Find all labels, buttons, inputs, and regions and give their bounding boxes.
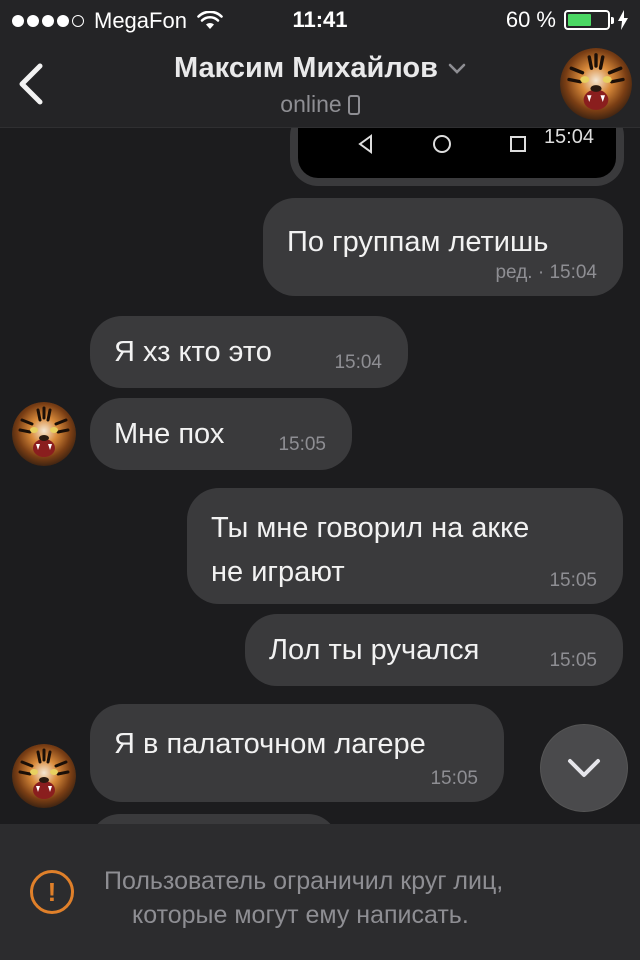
battery-icon (564, 10, 614, 30)
recents-square-icon (510, 136, 526, 152)
sender-avatar[interactable] (12, 402, 76, 466)
message-bubble-outgoing[interactable]: По группам летишь ред. · 15:04 (263, 198, 623, 296)
message-list[interactable]: 15:04 По группам летишь ред. · 15:04 Я х… (0, 128, 640, 824)
message-bubble-outgoing[interactable]: Ты мне говорил на акке не играют 15:05 (187, 488, 623, 604)
message-text: По группам летишь (287, 226, 549, 258)
message-time: 15:05 (278, 434, 326, 455)
contact-name: Максим Михайлов (174, 52, 438, 84)
message-bubble-incoming[interactable]: Мне пох 15:05 (90, 398, 352, 470)
message-time: 15:05 (549, 570, 597, 591)
chat-header: Максим Михайлов online (0, 40, 640, 128)
online-status: online (280, 91, 342, 117)
home-circle-icon (433, 135, 451, 153)
messaging-restricted-notice: ! Пользователь ограничил круг лиц, котор… (0, 824, 640, 960)
back-triangle-icon (358, 134, 372, 154)
scroll-to-bottom-button[interactable] (540, 724, 628, 812)
message-time: 15:04 (334, 352, 382, 373)
message-text-line-1: Ты мне говорил на акке (211, 512, 530, 544)
message-bubble-outgoing[interactable]: Лол ты ручался 15:05 (245, 614, 623, 686)
chevron-down-icon (448, 63, 466, 74)
status-bar: MegaFon 11:41 60 % (0, 0, 640, 40)
charging-bolt-icon (618, 10, 628, 30)
message-text: Мне пох (114, 418, 225, 450)
contact-avatar[interactable] (560, 48, 632, 120)
image-message[interactable]: 15:04 (290, 128, 624, 186)
message-text: Я хз кто это (114, 336, 272, 368)
notice-text-line-1: Пользователь ограничил круг лиц, (104, 867, 504, 895)
notice-text-line-2: которые могут ему написать. (132, 901, 469, 929)
exclamation-circle-icon: ! (30, 870, 74, 914)
mobile-phone-icon (347, 94, 360, 115)
message-text-line-2: не играют (211, 556, 345, 588)
battery-percent: 60 % (505, 7, 556, 32)
message-bubble-incoming[interactable]: Я в палаточном лагере 15:05 (90, 704, 504, 802)
battery-info: 60 % (506, 7, 628, 33)
message-time: 15:05 (549, 650, 597, 671)
message-text: Лол ты ручался (269, 634, 480, 666)
message-bubble-incoming-partial[interactable] (90, 814, 338, 824)
chevron-down-icon (568, 759, 600, 777)
image-preview: 15:04 (298, 128, 616, 178)
message-time: 15:05 (430, 768, 478, 789)
message-bubble-incoming[interactable]: Я хз кто это 15:04 (90, 316, 408, 388)
message-time: 15:04 (543, 128, 594, 148)
contact-title[interactable]: Максим Михайлов online (0, 52, 640, 118)
sender-avatar[interactable] (12, 744, 76, 808)
message-text: Я в палаточном лагере (114, 728, 426, 760)
message-meta: ред. · 15:04 (495, 262, 597, 283)
